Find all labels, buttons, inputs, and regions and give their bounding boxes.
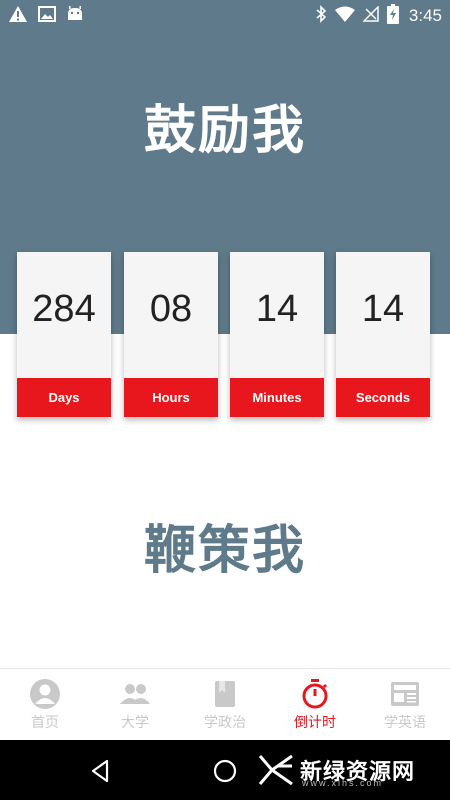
tab-label-university: 大学 (121, 714, 149, 731)
countdown-label-minutes: Minutes (230, 378, 324, 417)
countdown-card-days: 284 Days (17, 252, 111, 417)
status-time: 3:45 (408, 6, 442, 25)
tab-countdown[interactable]: 倒计时 (270, 669, 360, 740)
people-icon (119, 678, 151, 710)
battery-charging-icon (386, 4, 399, 28)
book-icon (209, 678, 241, 710)
subtitle: 鞭策我 (143, 521, 306, 581)
tab-label-home: 首页 (31, 714, 59, 731)
watermark-sub: www.xlhs.com (302, 778, 384, 788)
image-icon (38, 6, 56, 26)
countdown-value-hours: 08 (149, 288, 193, 330)
tab-label-countdown: 倒计时 (294, 714, 336, 731)
person-icon (29, 678, 61, 710)
tab-label-english: 学英语 (384, 714, 426, 731)
countdown-value-seconds: 14 (361, 288, 405, 330)
status-bar: 3:45 (0, 0, 450, 32)
hero-title: 鼓励我 (143, 101, 306, 161)
watermark: 新绿资源网 www.xlhs.com (258, 746, 448, 794)
tab-home[interactable]: 首页 (0, 669, 90, 740)
android-icon (66, 6, 84, 26)
back-button[interactable] (88, 758, 114, 784)
tab-label-politics: 学政治 (204, 714, 246, 731)
countdown-card-hours: 08 Hours (124, 252, 218, 417)
warning-icon (8, 5, 28, 27)
bluetooth-icon (315, 5, 327, 27)
home-button[interactable] (212, 758, 238, 784)
countdown-value-days: 284 (32, 288, 96, 330)
newspaper-icon (389, 678, 421, 710)
tab-english[interactable]: 学英语 (360, 669, 450, 740)
countdown-value-minutes: 14 (255, 288, 299, 330)
tab-university[interactable]: 大学 (90, 669, 180, 740)
countdown-label-seconds: Seconds (336, 378, 430, 417)
watermark-logo-icon (258, 752, 294, 788)
signal-off-icon (362, 5, 379, 26)
countdown-cards: 284 Days 08 Hours 14 Minutes 14 Seconds (17, 252, 433, 417)
countdown-card-seconds: 14 Seconds (336, 252, 430, 417)
countdown-label-hours: Hours (124, 378, 218, 417)
bottom-tab-bar: 首页 大学 学政治 倒计时 学英语 (0, 668, 450, 740)
stopwatch-icon (299, 678, 331, 710)
wifi-icon (334, 6, 355, 26)
tab-politics[interactable]: 学政治 (180, 669, 270, 740)
countdown-card-minutes: 14 Minutes (230, 252, 324, 417)
countdown-label-days: Days (17, 378, 111, 417)
